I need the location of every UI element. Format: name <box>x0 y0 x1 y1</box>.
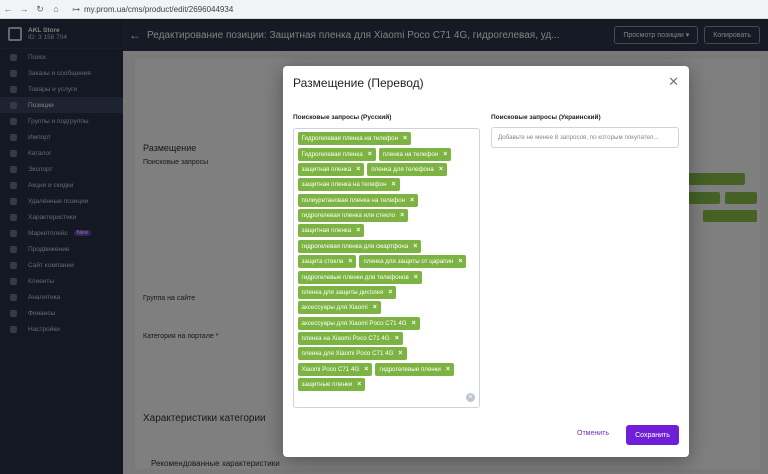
tag-label: защитная пленка на телефон <box>301 181 387 189</box>
reload-icon[interactable]: ↻ <box>32 4 48 15</box>
remove-tag-icon[interactable]: × <box>373 304 377 311</box>
browser-toolbar: ← → ↻ ⌂ ⊶ my.prom.ua/cms/product/edit/26… <box>0 0 768 19</box>
search-query-tag: пленка на телефон × <box>378 147 452 161</box>
remove-tag-icon[interactable]: × <box>348 258 352 265</box>
search-query-tag: аксессуары для Xiaomi × <box>297 301 381 315</box>
forward-arrow-icon[interactable]: → <box>16 4 32 14</box>
remove-tag-icon[interactable]: × <box>410 197 414 204</box>
tag-label: гидрогелевая пленка или стекло <box>301 212 396 220</box>
search-query-tag: пленка для защиты от царапин × <box>359 255 467 269</box>
search-query-tag: защитная пленка на телефон × <box>297 178 400 192</box>
search-query-tag: Гидрогелевая пленка × <box>297 147 376 161</box>
tag-label: аксессуары для Xiaomi Poco C71 4G <box>301 319 407 327</box>
remove-tag-icon[interactable]: × <box>446 366 450 373</box>
clear-all-icon[interactable]: × <box>466 393 475 402</box>
tag-label: пленка для защиты дисплея <box>301 288 384 296</box>
search-query-tag: Гидрогелевая пленка на телефон × <box>297 132 412 146</box>
remove-tag-icon[interactable]: × <box>388 289 392 296</box>
tag-label: защитные пленки <box>301 381 353 389</box>
tag-label: Гидрогелевая пленка на телефон <box>301 135 399 143</box>
ua-search-queries-label: Поисковые запросы (Украинский) <box>491 114 601 121</box>
remove-tag-icon[interactable]: × <box>412 320 416 327</box>
ru-search-queries-input[interactable]: Гидрогелевая пленка на телефон × Гидрогеле… <box>293 128 480 408</box>
remove-tag-icon[interactable]: × <box>458 258 462 265</box>
tag-label: Xiaomi Poco C71 4G <box>301 365 360 373</box>
remove-tag-icon[interactable]: × <box>356 166 360 173</box>
search-query-tag: защита стекла × <box>297 255 357 269</box>
translation-modal: Размещение (Перевод) ✕ Поисковые запросы… <box>283 66 689 457</box>
remove-tag-icon[interactable]: × <box>356 227 360 234</box>
remove-tag-icon[interactable]: × <box>364 366 368 373</box>
back-arrow-icon[interactable]: ← <box>0 4 16 14</box>
remove-tag-icon[interactable]: × <box>357 381 361 388</box>
remove-tag-icon[interactable]: × <box>413 243 417 250</box>
remove-tag-icon[interactable]: × <box>439 166 443 173</box>
search-query-tag: гидрогелевые пленки × <box>375 362 454 376</box>
search-query-tag: пленка на Xiaomi Poco C71 4G × <box>297 332 403 346</box>
tag-label: полиуретановая пленка на телефон <box>301 196 406 204</box>
search-query-tag: Xiaomi Poco C71 4G × <box>297 362 373 376</box>
remove-tag-icon[interactable]: × <box>398 350 402 357</box>
remove-tag-icon[interactable]: × <box>414 274 418 281</box>
remove-tag-icon[interactable]: × <box>368 151 372 158</box>
search-query-tag: пленка для телефона × <box>367 162 447 176</box>
ua-search-queries-input[interactable]: Добавьте не менее 8 запросов, по которым… <box>491 127 679 148</box>
tag-label: защита стекла <box>301 258 344 266</box>
search-query-tag: гидрогелевая пленка или стекло × <box>297 209 409 223</box>
tag-label: пленка для Xiaomi Poco C71 4G <box>301 350 394 358</box>
tag-label: аксессуары для Xiaomi <box>301 304 368 312</box>
remove-tag-icon[interactable]: × <box>395 335 399 342</box>
tag-label: пленка на Xiaomi Poco C71 4G <box>301 335 390 343</box>
tag-label: защитная пленка <box>301 227 352 235</box>
search-query-tag: пленка для Xiaomi Poco C71 4G × <box>297 347 407 361</box>
remove-tag-icon[interactable]: × <box>400 212 404 219</box>
save-button[interactable]: Сохранить <box>626 425 679 445</box>
tag-label: гидрогелевые пленки для телефонов <box>301 273 409 281</box>
tag-label: гидрогелевая пленка для смартфона <box>301 242 409 250</box>
tag-label: пленка на телефон <box>382 150 439 158</box>
search-query-tag: защитная пленка × <box>297 224 365 238</box>
search-query-tag: пленка для защиты дисплея × <box>297 285 397 299</box>
tag-label: защитная пленка <box>301 165 352 173</box>
search-query-tag: гидрогелевая пленка для смартфона × <box>297 239 422 253</box>
tag-label: Гидрогелевая пленка <box>301 150 363 158</box>
remove-tag-icon[interactable]: × <box>443 151 447 158</box>
address-bar[interactable]: ⊶ my.prom.ua/cms/product/edit/2696044934 <box>72 5 233 14</box>
search-query-tag: защитные пленки × <box>297 378 366 392</box>
tag-label: гидрогелевые пленки <box>379 365 441 373</box>
search-query-tag: аксессуары для Xiaomi Poco C71 4G × <box>297 316 420 330</box>
site-info-icon[interactable]: ⊶ <box>72 5 80 14</box>
modal-title: Размещение (Перевод) <box>293 76 424 90</box>
tag-label: пленка для защиты от царапин <box>363 258 454 266</box>
remove-tag-icon[interactable]: × <box>403 135 407 142</box>
cancel-button[interactable]: Отменить <box>577 430 609 437</box>
ru-search-queries-label: Поисковые запросы (Русский) <box>293 114 392 121</box>
remove-tag-icon[interactable]: × <box>392 181 396 188</box>
address-text: my.prom.ua/cms/product/edit/2696044934 <box>84 4 234 14</box>
search-query-tag: полиуретановая пленка на телефон × <box>297 193 419 207</box>
tag-label: пленка для телефона <box>371 165 434 173</box>
home-icon[interactable]: ⌂ <box>48 4 64 14</box>
search-query-tag: защитная пленка × <box>297 162 365 176</box>
close-icon[interactable]: ✕ <box>668 74 679 90</box>
search-query-tag: гидрогелевые пленки для телефонов × <box>297 270 422 284</box>
